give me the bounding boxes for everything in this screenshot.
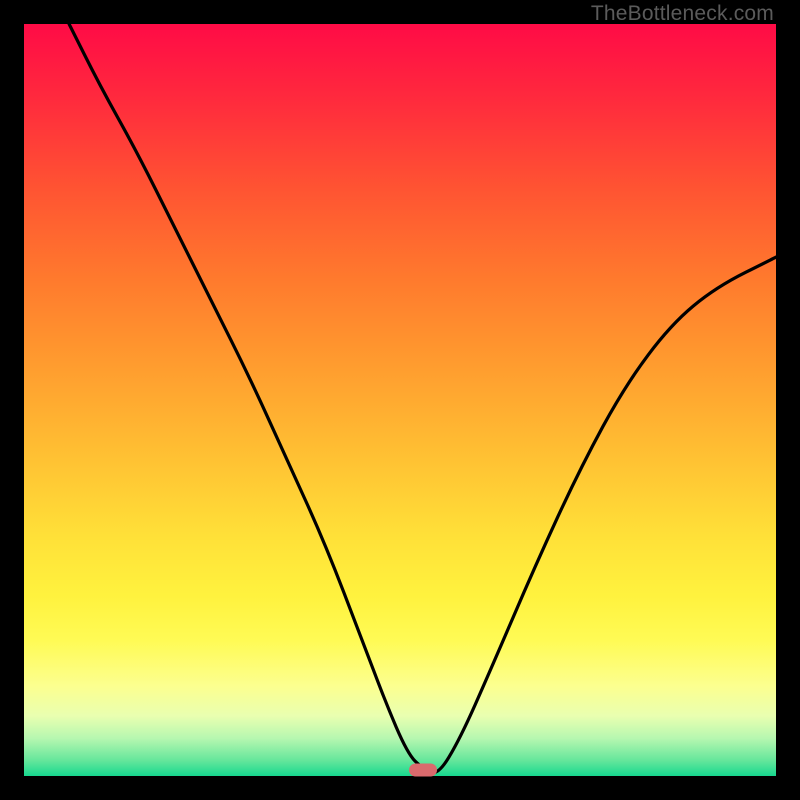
curve-svg <box>24 24 776 776</box>
watermark-text: TheBottleneck.com <box>591 2 774 26</box>
bottleneck-curve-path <box>69 24 776 773</box>
chart-frame: TheBottleneck.com <box>0 0 800 800</box>
minimum-marker <box>409 764 437 777</box>
plot-area <box>24 24 776 776</box>
